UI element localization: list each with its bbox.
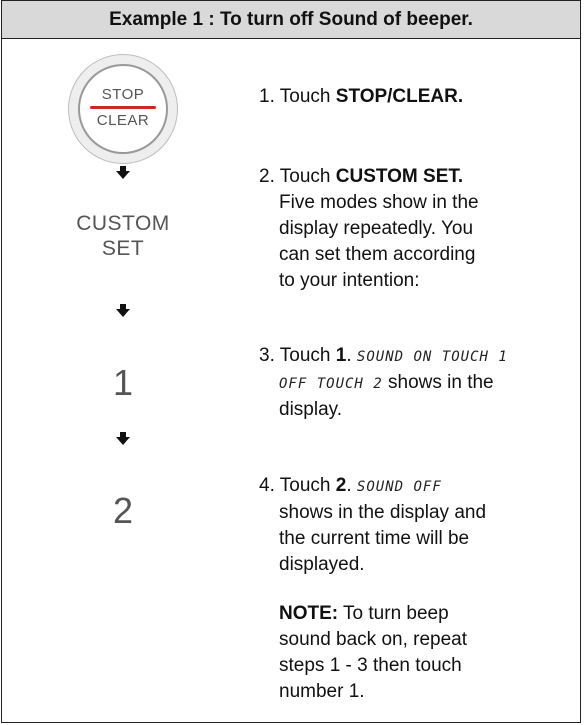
note-label: NOTE: <box>279 603 339 624</box>
display-text-off-touch: OFF TOUCH 2 <box>279 376 383 392</box>
custom-set-key: CUSTOM SET <box>58 211 188 261</box>
stop-clear-key: STOP CLEAR <box>68 54 178 164</box>
step-2-line: Five modes show in the <box>279 192 479 213</box>
step-4-prefix: 4. Touch <box>259 475 336 496</box>
stop-label: STOP <box>101 86 145 103</box>
step-4: 4. Touch 2. SOUND OFF shows in the displ… <box>259 473 486 578</box>
step-2-prefix: 2. Touch <box>259 166 336 187</box>
step-2-line: to your intention: <box>279 270 420 291</box>
number-key-1: 1 <box>112 362 134 403</box>
step-3: 3. Touch 1. SOUND ON TOUCH 1 OFF TOUCH 2… <box>259 343 508 423</box>
step-4-dot: . <box>346 475 357 496</box>
display-text-sound-on: SOUND ON TOUCH 1 <box>356 349 508 365</box>
down-arrow-icon <box>116 166 130 180</box>
note-line: steps 1 - 3 then touch <box>279 655 462 676</box>
step-2-line: display repeatedly. You <box>279 218 474 239</box>
step-3-after: shows in the <box>382 372 494 393</box>
key-face <box>78 64 168 154</box>
step-3-key: 1 <box>335 345 347 366</box>
down-arrow-icon <box>116 304 130 318</box>
step-4-line: shows in the display and <box>279 502 487 523</box>
step-2-line: can set them according <box>279 244 476 265</box>
note-first: To turn beep <box>338 603 449 624</box>
clear-label: CLEAR <box>96 112 150 129</box>
custom-set-line2: SET <box>101 237 145 260</box>
display-text-sound-off: SOUND OFF <box>356 479 442 495</box>
step-3-line: display. <box>279 399 343 420</box>
down-arrow-icon <box>116 432 130 446</box>
step-3-dot: . <box>346 345 357 366</box>
note: NOTE: To turn beep sound back on, repeat… <box>259 601 467 705</box>
step-4-key: 2 <box>335 475 347 496</box>
stop-divider-line <box>90 106 156 109</box>
step-1-key: STOP/CLEAR. <box>335 86 464 107</box>
number-key-2: 2 <box>112 490 134 531</box>
step-1: 1. Touch STOP/CLEAR. <box>259 84 463 110</box>
note-line: number 1. <box>279 681 365 702</box>
step-3-prefix: 3. Touch <box>259 345 336 366</box>
note-line: sound back on, repeat <box>279 629 468 650</box>
panel-title: Example 1 : To turn off Sound of beeper. <box>2 1 580 39</box>
step-4-line: the current time will be <box>279 528 470 549</box>
step-4-line: displayed. <box>279 554 365 575</box>
step-1-prefix: 1. Touch <box>259 86 336 107</box>
custom-set-line1: CUSTOM <box>76 212 170 235</box>
step-2-key: CUSTOM SET. <box>335 166 464 187</box>
step-2: 2. Touch CUSTOM SET. Five modes show in … <box>259 164 479 294</box>
